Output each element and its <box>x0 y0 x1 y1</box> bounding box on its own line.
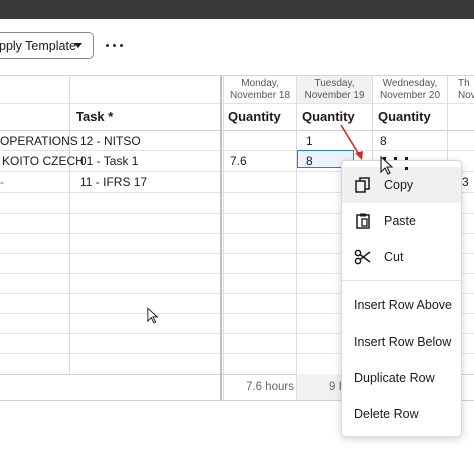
menu-item-cut[interactable]: Cut <box>342 239 461 275</box>
more-dots-icon <box>106 44 109 47</box>
mouse-pointer-icon <box>380 156 394 175</box>
task-column-header[interactable]: Task * <box>76 104 113 130</box>
mouse-pointer-icon <box>147 307 159 324</box>
menu-item-delete-row[interactable]: Delete Row <box>342 396 461 432</box>
quantity-cell-tue[interactable]: 8 <box>306 151 313 171</box>
quantity-cell-thu[interactable]: 3 <box>462 172 469 192</box>
task-cell[interactable]: 01 - Task 1 <box>80 151 138 171</box>
quantity-cell-tue[interactable]: 1 <box>306 131 313 151</box>
total-tue: 9 I <box>329 381 342 393</box>
day-header-thu: Th Nov <box>458 78 474 101</box>
project-cell[interactable]: KOITO CZECH <box>2 151 84 171</box>
total-mon: 7.6 hours <box>246 381 294 393</box>
task-cell[interactable]: 12 - NITSO <box>80 131 141 151</box>
annotation-arrow-icon <box>340 124 363 160</box>
menu-item-paste[interactable]: Paste <box>342 203 461 239</box>
chevron-down-icon <box>74 43 82 48</box>
project-cell[interactable]: OPERATIONS <box>0 131 78 151</box>
copy-icon <box>355 177 370 193</box>
day-header-tue: Tuesday, November 19 <box>297 76 372 103</box>
task-cell[interactable]: 11 - IFRS 17 <box>80 172 147 192</box>
quantity-header-mon: Quantity <box>228 109 281 124</box>
quantity-cell-mon[interactable]: 7.6 <box>230 151 247 171</box>
menu-item-insert-row-below[interactable]: Insert Row Below <box>342 324 461 360</box>
menu-separator <box>342 280 461 281</box>
more-actions-button[interactable] <box>103 36 127 56</box>
app-top-bar <box>0 0 474 19</box>
paste-icon <box>356 213 370 229</box>
menu-item-duplicate-row[interactable]: Duplicate Row <box>342 360 461 396</box>
apply-template-label: pply Template <box>0 38 76 53</box>
apply-template-button[interactable]: pply Template <box>0 32 94 59</box>
day-header-mon: Monday, November 18 <box>229 78 291 101</box>
menu-item-insert-row-above[interactable]: Insert Row Above <box>342 287 461 323</box>
day-header-wed: Wednesday, November 20 <box>379 78 441 101</box>
toolbar: pply Template <box>0 19 474 75</box>
project-cell[interactable]: - <box>0 172 4 192</box>
quantity-header-wed: Quantity <box>378 109 431 124</box>
quantity-cell-wed[interactable]: 8 <box>380 131 387 151</box>
context-menu: Copy Paste Cut Insert Row Above Insert R… <box>341 160 462 437</box>
scissors-icon <box>354 249 371 265</box>
